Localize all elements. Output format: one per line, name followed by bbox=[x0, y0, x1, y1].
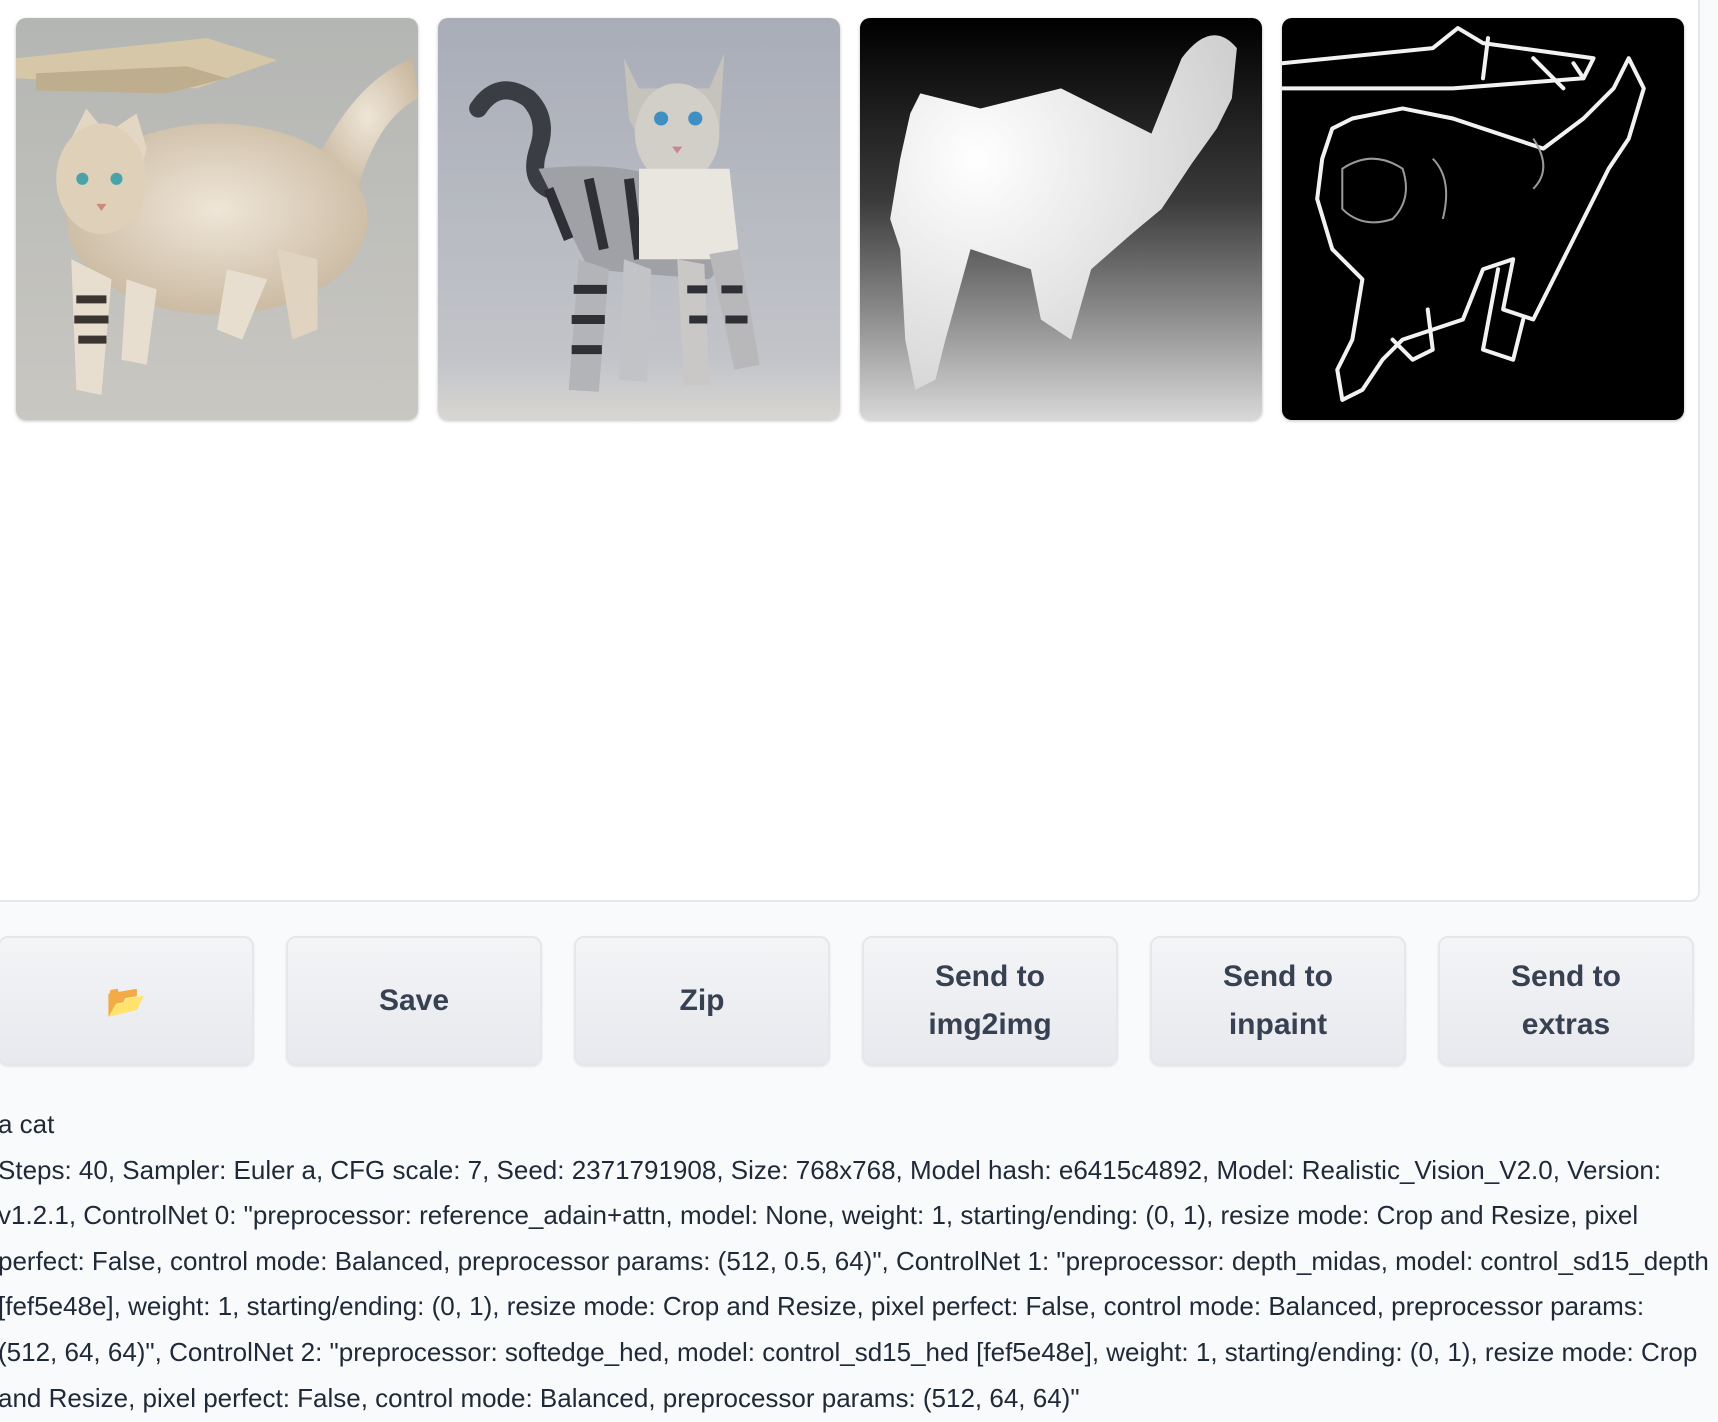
send-to-extras-button[interactable]: Send to extras bbox=[1438, 936, 1694, 1066]
fluffy-cat-image bbox=[16, 18, 418, 420]
gallery-grid bbox=[16, 18, 1684, 420]
soft-edge-map-image bbox=[1282, 18, 1684, 420]
open-folder-button[interactable]: 📂 bbox=[0, 936, 254, 1066]
gallery-thumbnail-2[interactable] bbox=[438, 18, 840, 420]
gallery-thumbnail-3[interactable] bbox=[860, 18, 1262, 420]
folder-icon: 📂 bbox=[106, 983, 146, 1019]
tabby-cat-image bbox=[438, 18, 840, 420]
output-action-buttons: 📂 Save Zip Send to img2img Send to inpai… bbox=[0, 936, 1694, 1066]
gallery-thumbnail-1[interactable] bbox=[16, 18, 418, 420]
send-to-img2img-button[interactable]: Send to img2img bbox=[862, 936, 1118, 1066]
prompt-text: a cat bbox=[0, 1109, 55, 1139]
generation-info: a cat Steps: 40, Sampler: Euler a, CFG s… bbox=[0, 1102, 1710, 1421]
depth-map-image bbox=[860, 18, 1262, 420]
zip-button[interactable]: Zip bbox=[574, 936, 830, 1066]
save-button[interactable]: Save bbox=[286, 936, 542, 1066]
send-to-inpaint-button[interactable]: Send to inpaint bbox=[1150, 936, 1406, 1066]
gallery-thumbnail-4[interactable] bbox=[1282, 18, 1684, 420]
output-gallery bbox=[0, 0, 1700, 902]
generation-parameters: Steps: 40, Sampler: Euler a, CFG scale: … bbox=[0, 1154, 1709, 1413]
